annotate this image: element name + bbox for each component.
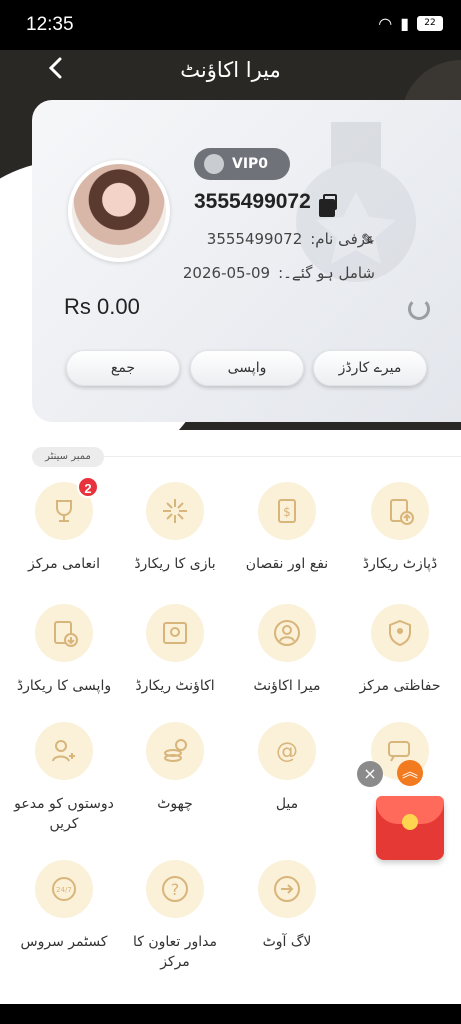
menu-item-security-center[interactable]: حفاظتی مرکز (345, 604, 455, 696)
deposit-button[interactable]: جمع (66, 350, 180, 386)
menu-label: انعامی مرکز (27, 556, 101, 572)
menu-label: نفع اور نقصان (245, 556, 329, 572)
svg-text:$: $ (283, 505, 291, 519)
menu-label: میل (275, 796, 299, 812)
logout-icon (274, 876, 300, 902)
menu-label: دوستوں کو مدعو کریں (14, 796, 114, 832)
at-icon: @ (276, 739, 298, 764)
menu-item-customer-service[interactable]: 24/7 کسٹمر سروس (9, 860, 119, 952)
close-float-button[interactable]: × (357, 761, 383, 787)
svg-text:@: @ (276, 739, 298, 764)
menu-label: میرا اکاؤنٹ (253, 678, 321, 694)
menu-label: مداور تعاون کا مرکز (132, 934, 218, 970)
edit-nickname-icon[interactable]: ✎ (361, 230, 374, 249)
envelope-seal (402, 814, 418, 830)
user-icon (274, 620, 300, 646)
menu-item-deposit-record[interactable]: ڈپازٹ ریکارڈ (345, 482, 455, 574)
joined-date: 2026-05-09 (182, 264, 271, 282)
menu-item-withdraw-record[interactable]: واپسی کا ریکارڈ (9, 604, 119, 696)
avatar[interactable] (68, 160, 170, 262)
menu-label: لاگ آوٹ (262, 934, 312, 950)
member-center-tag: ممبر سینٹر (32, 447, 104, 467)
menu-label: بازی کا ریکارڈ (134, 556, 216, 572)
withdraw-button[interactable]: واپسی (190, 350, 304, 386)
my-cards-button[interactable]: میرے کارڈز (313, 350, 427, 386)
menu-label: حفاظتی مرکز (359, 678, 441, 694)
red-envelope-icon[interactable] (376, 796, 444, 860)
menu-label: واپسی کا ریکارڈ (16, 678, 112, 694)
status-time: 12:35 (26, 14, 74, 35)
status-bar: 12:35 ◠ ▮ 22 (0, 0, 461, 50)
joined-label: :شامل ہو گئے۔ (278, 264, 375, 282)
help-icon: ? (162, 876, 188, 902)
bet-record-icon (163, 499, 187, 523)
svg-text:24/7: 24/7 (56, 886, 72, 894)
invite-icon (52, 740, 75, 762)
menu-item-mail[interactable]: @ میل (232, 722, 342, 814)
nickname-value: 3555499072 (206, 230, 303, 248)
balance: Rs 0.00 (64, 294, 140, 319)
page-title: میرا اکاؤنٹ (180, 58, 281, 82)
signal-icon: ▮ (400, 14, 409, 33)
menu-label: چھوٹ (157, 796, 193, 812)
menu-label: ڈپازٹ ریکارڈ (362, 556, 438, 572)
user-id-value: 3555499072 (194, 190, 311, 213)
menu-item-account-record[interactable]: اکاؤنٹ ریکارڈ (120, 604, 230, 696)
profile-card: VIP0 3555499072 عرفی نام: 3555499072 ✎ 2… (32, 100, 461, 422)
navigation-bar (0, 1004, 461, 1024)
menu-item-bet-record[interactable]: بازی کا ریکارڈ (120, 482, 230, 574)
copy-icon[interactable] (318, 194, 337, 217)
joined-row: 2026-05-09 :شامل ہو گئے۔ (183, 264, 375, 282)
shield-icon (389, 619, 411, 647)
menu-item-invite-friends[interactable]: دوستوں کو مدعو کریں (9, 722, 119, 834)
menu-item-help-center[interactable]: ? مداور تعاون کا مرکز (120, 860, 230, 972)
trophy-icon (56, 500, 72, 522)
deposit-record-icon (390, 499, 414, 525)
profit-loss-icon: $ (278, 499, 296, 523)
svg-text:?: ? (171, 880, 180, 899)
rebate-icon (164, 739, 187, 762)
menu-label: کسٹمر سروس (20, 934, 108, 950)
menu-item-my-account[interactable]: میرا اکاؤنٹ (232, 604, 342, 696)
menu-item-profit-loss[interactable]: $ نفع اور نقصان (232, 482, 342, 574)
menu-item-logout[interactable]: لاگ آوٹ (232, 860, 342, 952)
user-id: 3555499072 (194, 190, 337, 217)
battery-icon: 22 (417, 16, 443, 31)
vip-badge: VIP0 (194, 148, 290, 180)
status-icons: ◠ ▮ 22 (378, 14, 443, 33)
account-record-icon (163, 622, 187, 644)
nickname-row: عرفی نام: 3555499072 (207, 230, 375, 248)
withdraw-record-icon (54, 621, 78, 647)
divider (104, 456, 461, 457)
notification-badge: 2 (77, 476, 99, 498)
menu-label: اکاؤنٹ ریکارڈ (135, 678, 215, 694)
vip-icon (204, 154, 224, 174)
refresh-balance-icon[interactable] (408, 298, 430, 320)
menu-item-rebate[interactable]: چھوٹ (120, 722, 230, 814)
vip-label: VIP0 (232, 156, 269, 172)
support-icon: 24/7 (52, 877, 76, 901)
menu-item-rewards-center[interactable]: 2 انعامی مرکز (9, 476, 119, 574)
wifi-icon: ◠ (378, 14, 393, 33)
scroll-top-button[interactable]: ︽ (397, 760, 423, 786)
